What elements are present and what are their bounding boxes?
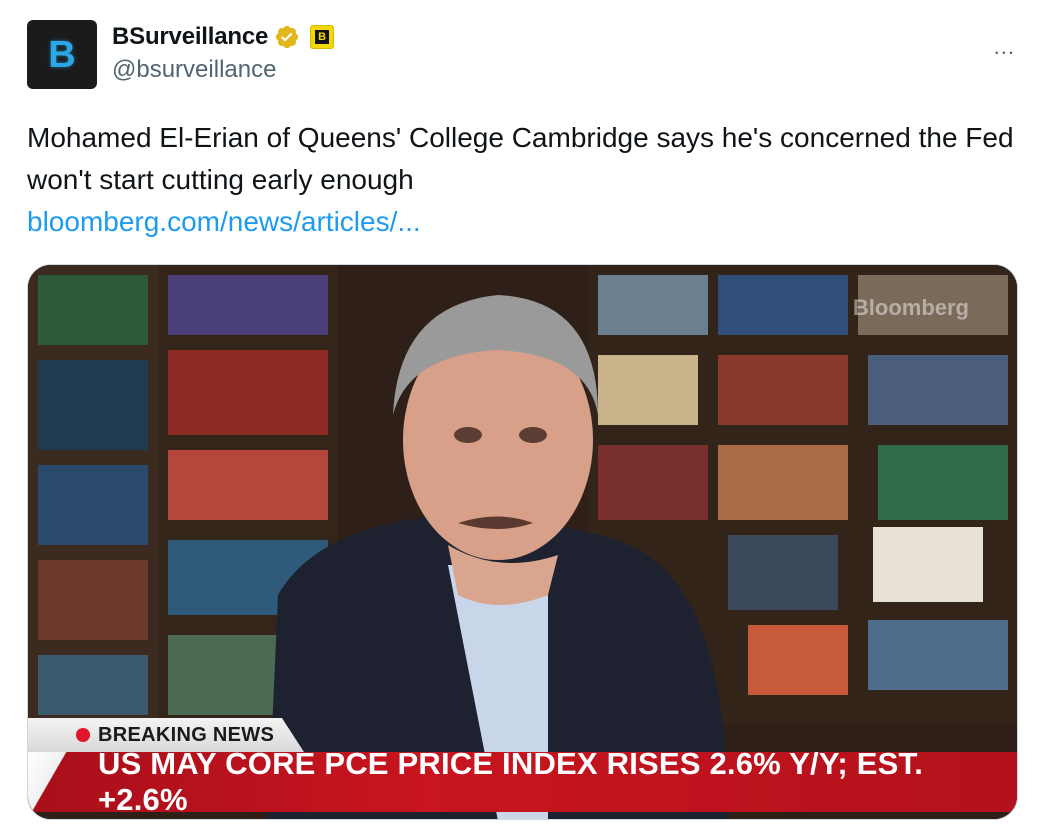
tweet-header: B BSurveillance B @bsurveillance ... — [27, 20, 1037, 90]
headline-banner: US MAY CORE PCE PRICE INDEX RISES 2.6% Y… — [28, 746, 1017, 817]
tweet-text: Mohamed El-Erian of Queens' College Camb… — [27, 122, 1014, 195]
verified-badge-icon[interactable] — [274, 24, 300, 50]
headline-text: US MAY CORE PCE PRICE INDEX RISES 2.6% Y… — [98, 746, 924, 817]
avatar-letter: B — [48, 33, 76, 76]
video-media[interactable]: Bloomberg BREAKING NEWS US MAY CORE PCE … — [27, 264, 1018, 820]
breaking-news-label: BREAKING NEWS — [98, 723, 275, 746]
tweet-body: Mohamed El-Erian of Queens' College Camb… — [27, 117, 1017, 243]
author-names: BSurveillance B @bsurveillance — [112, 20, 335, 84]
affiliate-letter: B — [315, 30, 330, 44]
handle[interactable]: @bsurveillance — [112, 56, 334, 84]
article-link[interactable]: bloomberg.com/news/articles/... — [27, 201, 1017, 243]
bookshelf-left — [28, 265, 158, 725]
affiliate-badge-icon[interactable]: B — [310, 25, 335, 49]
bloomberg-watermark: Bloomberg — [852, 295, 969, 320]
banner-accent — [28, 752, 88, 812]
name-row: BSurveillance B — [112, 20, 335, 54]
more-options-icon[interactable]: ... — [994, 36, 1015, 58]
avatar[interactable]: B — [27, 20, 97, 89]
display-name[interactable]: BSurveillance — [112, 23, 268, 51]
live-dot-icon — [76, 728, 90, 742]
